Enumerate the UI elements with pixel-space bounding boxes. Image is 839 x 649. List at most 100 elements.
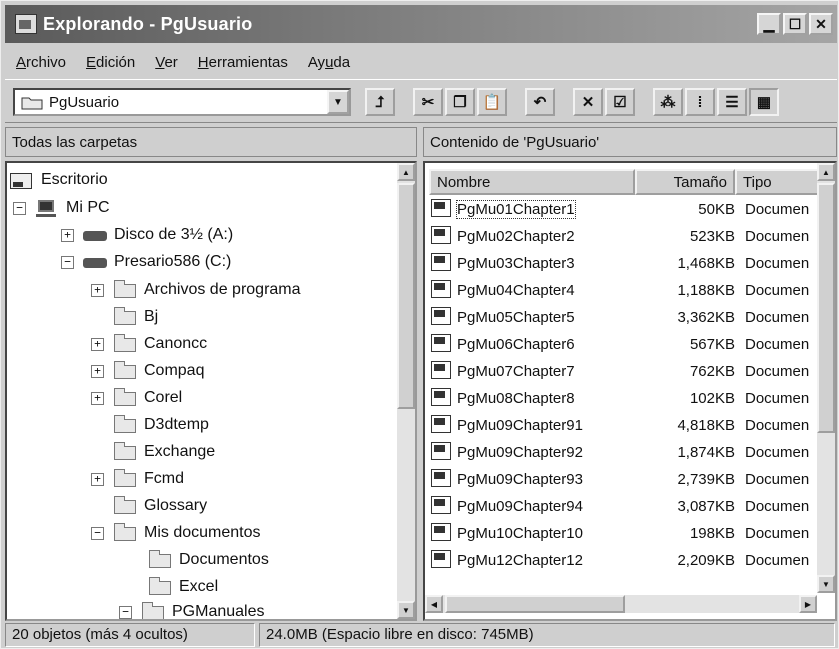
file-row[interactable]: PgMu08Chapter8 102KB Documen xyxy=(429,386,821,412)
delete-button[interactable]: ✕ xyxy=(573,88,603,116)
file-row[interactable]: PgMu02Chapter2 523KB Documen xyxy=(429,224,821,250)
tree-item-corel[interactable]: + Corel xyxy=(91,385,182,411)
expand-icon[interactable]: + xyxy=(91,472,104,486)
file-row[interactable]: PgMu12Chapter12 2,209KB Documen xyxy=(429,548,821,574)
file-list[interactable]: Nombre Tamaño Tipo PgMu01Chapter1 50KB Doc… xyxy=(423,161,837,621)
list-horizontal-scrollbar[interactable]: ◀ ▶ xyxy=(425,595,817,613)
tree-item-exchange[interactable]: Exchange xyxy=(91,439,215,465)
tree-item-d3dtemp[interactable]: D3dtemp xyxy=(91,412,209,438)
undo-button[interactable]: ↶ xyxy=(525,88,555,116)
tree-item-compaq[interactable]: + Compaq xyxy=(91,358,204,384)
copy-button[interactable]: ❐ xyxy=(445,88,475,116)
folder-icon xyxy=(112,361,138,380)
undo-icon: ↶ xyxy=(533,94,547,111)
file-row[interactable]: PgMu03Chapter3 1,468KB Documen xyxy=(429,251,821,277)
paste-button[interactable]: 📋 xyxy=(477,88,507,116)
folder-tree[interactable]: Escritorio − Mi PC + Disco de 3½ (A:) − … xyxy=(5,161,417,621)
menu-ver[interactable]: Ver xyxy=(148,52,185,73)
expand-icon[interactable]: + xyxy=(91,283,104,297)
tree-item-canoncc[interactable]: + Canoncc xyxy=(91,331,207,357)
tree-item-presario-c[interactable]: − Presario586 (C:) xyxy=(61,249,231,275)
folder-icon xyxy=(112,415,138,434)
close-button[interactable]: ✕ xyxy=(809,13,833,35)
tree-item-mis-documentos[interactable]: − Mis documentos xyxy=(91,520,261,546)
file-row[interactable]: PgMu10Chapter10 198KB Documen xyxy=(429,521,821,547)
scroll-thumb[interactable] xyxy=(397,183,415,409)
copy-icon: ❐ xyxy=(453,94,467,111)
tree-item-pgmanuales[interactable]: − PGManuales xyxy=(119,599,265,619)
small-icons-icon: ⁞ xyxy=(697,93,703,111)
column-header-nombre[interactable]: Nombre xyxy=(429,169,635,195)
tree-item-mi-pc[interactable]: − Mi PC xyxy=(13,195,110,221)
scroll-down-arrow-icon[interactable]: ▼ xyxy=(817,575,835,593)
file-row[interactable]: PgMu01Chapter1 50KB Documen xyxy=(429,197,821,223)
address-value: PgUsuario xyxy=(49,93,120,111)
up-one-level-button[interactable]: ⮥ xyxy=(365,88,395,116)
tree-item-documentos[interactable]: Documentos xyxy=(147,547,269,573)
tree-item-fcmd[interactable]: + Fcmd xyxy=(91,466,184,492)
document-icon xyxy=(431,469,451,487)
file-row[interactable]: PgMu07Chapter7 762KB Documen xyxy=(429,359,821,385)
file-row[interactable]: PgMu04Chapter4 1,188KB Documen xyxy=(429,278,821,304)
tree-item-glossary[interactable]: Glossary xyxy=(91,493,207,519)
folder-icon xyxy=(112,334,138,353)
scroll-up-arrow-icon[interactable]: ▲ xyxy=(817,163,835,181)
scroll-down-arrow-icon[interactable]: ▼ xyxy=(397,601,415,619)
column-header-tipo[interactable]: Tipo xyxy=(735,169,821,195)
address-combobox[interactable]: PgUsuario ▼ xyxy=(13,88,351,116)
tree-item-bj[interactable]: Bj xyxy=(91,304,158,330)
scroll-thumb[interactable] xyxy=(445,595,625,613)
menu-edicion[interactable]: Edición xyxy=(79,52,142,73)
list-view-button[interactable]: ☰ xyxy=(717,88,747,116)
file-row[interactable]: PgMu05Chapter5 3,362KB Documen xyxy=(429,305,821,331)
file-row[interactable]: PgMu09Chapter93 2,739KB Documen xyxy=(429,467,821,493)
scroll-right-arrow-icon[interactable]: ▶ xyxy=(799,595,817,613)
properties-button[interactable]: ☑ xyxy=(605,88,635,116)
collapse-icon[interactable]: − xyxy=(61,255,74,269)
file-row[interactable]: PgMu06Chapter6 567KB Documen xyxy=(429,332,821,358)
collapse-icon[interactable]: − xyxy=(13,201,26,215)
chevron-down-icon[interactable]: ▼ xyxy=(327,90,349,114)
tree-item-excel[interactable]: Excel xyxy=(147,574,218,600)
expand-icon[interactable]: + xyxy=(61,228,74,242)
desktop-icon xyxy=(9,171,35,189)
tree-item-archivos-de-programa[interactable]: + Archivos de programa xyxy=(91,277,301,303)
tree-item-escritorio[interactable]: Escritorio xyxy=(9,167,108,193)
menu-ayuda[interactable]: Ayuda xyxy=(301,52,357,73)
folder-icon xyxy=(112,523,138,542)
menu-herramientas[interactable]: Herramientas xyxy=(191,52,295,73)
paste-icon: 📋 xyxy=(482,94,502,111)
expand-icon[interactable]: + xyxy=(91,337,104,351)
scroll-up-arrow-icon[interactable]: ▲ xyxy=(397,163,415,181)
column-header-tamano[interactable]: Tamaño xyxy=(635,169,735,195)
list-vertical-scrollbar[interactable]: ▲ ▼ xyxy=(817,163,835,593)
computer-icon xyxy=(34,199,60,217)
collapse-icon[interactable]: − xyxy=(91,526,104,540)
delete-x-icon: ✕ xyxy=(581,94,595,111)
large-icons-button[interactable]: ⁂ xyxy=(653,88,683,116)
expand-icon[interactable]: + xyxy=(91,391,104,405)
document-icon xyxy=(431,334,451,352)
explorer-app-icon[interactable] xyxy=(15,14,37,34)
file-row[interactable]: PgMu09Chapter94 3,087KB Documen xyxy=(429,494,821,520)
cut-button[interactable]: ✂ xyxy=(413,88,443,116)
title-bar[interactable]: Explorando - PgUsuario ▁ ☐ ✕ xyxy=(5,5,837,43)
expand-icon[interactable]: + xyxy=(91,364,104,378)
properties-icon: ☑ xyxy=(613,94,627,111)
tree-item-disco-a[interactable]: + Disco de 3½ (A:) xyxy=(61,222,233,248)
details-view-button[interactable]: ▦ xyxy=(749,88,779,116)
folder-icon xyxy=(112,388,138,407)
window-controls: ▁ ☐ ✕ xyxy=(757,13,833,35)
menu-archivo[interactable]: Archivo xyxy=(9,52,73,73)
file-row[interactable]: PgMu09Chapter92 1,874KB Documen xyxy=(429,440,821,466)
document-icon xyxy=(431,226,451,244)
window-title: Explorando - PgUsuario xyxy=(43,13,253,34)
file-row[interactable]: PgMu09Chapter91 4,818KB Documen xyxy=(429,413,821,439)
scroll-left-arrow-icon[interactable]: ◀ xyxy=(425,595,443,613)
collapse-icon[interactable]: − xyxy=(119,605,132,619)
maximize-button[interactable]: ☐ xyxy=(783,13,807,35)
scroll-thumb[interactable] xyxy=(817,183,835,433)
minimize-button[interactable]: ▁ xyxy=(757,13,781,35)
tree-vertical-scrollbar[interactable]: ▲ ▼ xyxy=(397,163,415,619)
small-icons-button[interactable]: ⁞ xyxy=(685,88,715,116)
